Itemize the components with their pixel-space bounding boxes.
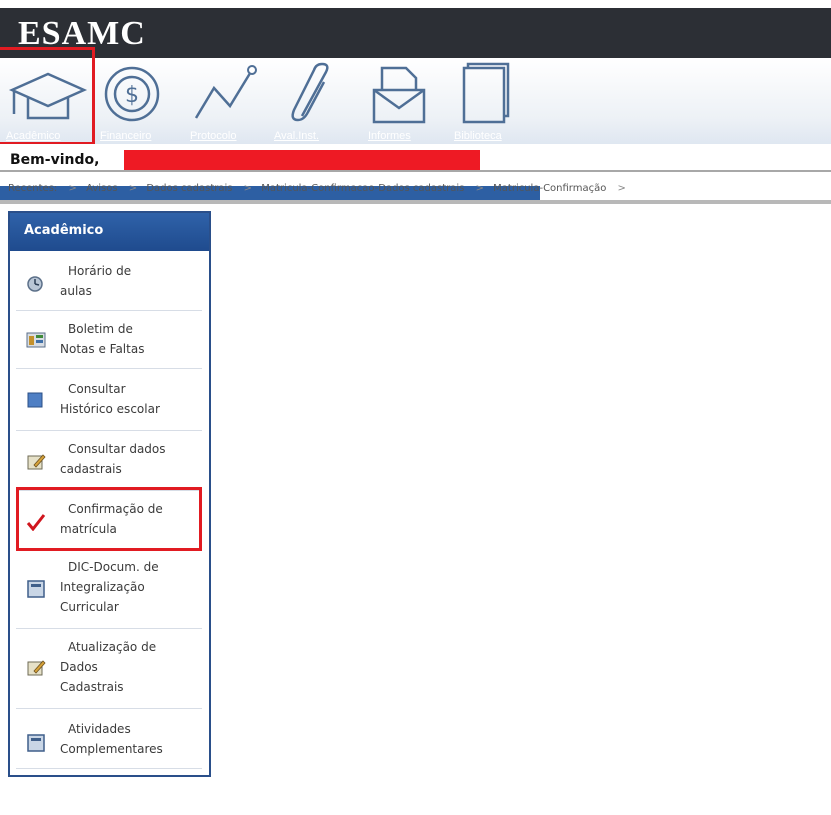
sidebar-item-label: Dados [60, 660, 98, 674]
report-card-icon [26, 332, 46, 348]
breadcrumb-separator: > [128, 183, 138, 194]
breadcrumb: Recentes: > Avisos > Dados cadastrais > … [0, 174, 831, 204]
welcome-text: Bem-vindo, [10, 152, 100, 168]
edit-data-icon [27, 660, 46, 676]
breadcrumb-item-matricula-confirmacao[interactable]: Matricula-Confirmação [493, 183, 606, 194]
sidebar-item-label: Curricular [60, 600, 119, 614]
sidebar-item-atividades-complementares[interactable]: Atividades Complementares [16, 713, 202, 769]
history-icon [27, 392, 43, 408]
app-header: ESAMC [0, 8, 831, 58]
breadcrumb-separator: > [243, 183, 253, 194]
line-graph-icon [194, 65, 257, 119]
breadcrumb-separator: > [68, 183, 77, 194]
sidebar-item-historico-escolar[interactable]: Consultar Histórico escolar [16, 373, 202, 431]
breadcrumb-item-dados-cadastrais[interactable]: Dados cadastrais [146, 183, 232, 194]
sidebar-item-boletim[interactable]: Boletim de Notas e Faltas [16, 315, 202, 369]
sidebar-item-label: Horário de [68, 264, 132, 278]
clock-icon [27, 276, 43, 292]
sidebar-item-label: Cadastrais [60, 680, 124, 694]
sidebar-item-label: Atividades [68, 722, 131, 736]
tool-informes[interactable]: Informes [368, 58, 432, 144]
breadcrumb-item-matricula-confirmacao-dados[interactable]: Matricula-Confirmacao-Dados cadastrais [261, 183, 464, 194]
sidebar-item-horario-de-aulas[interactable]: Horário de aulas [16, 257, 202, 311]
document-icon [27, 734, 45, 752]
tool-protocolo[interactable]: Protocolo [190, 58, 264, 144]
tool-biblioteca[interactable]: Biblioteca [454, 58, 520, 144]
tool-financeiro[interactable]: $ Financeiro [100, 58, 170, 144]
sidebar-item-atualizacao-dados-cadastrais[interactable]: Atualização de Dados Cadastrais [16, 633, 202, 709]
tool-aval-inst[interactable]: Aval.Inst. [274, 58, 354, 144]
document-icon [27, 580, 45, 598]
breadcrumb-item-avisos[interactable]: Avisos [86, 183, 118, 194]
redacted-user-name [124, 150, 480, 170]
sidebar-item-consultar-dados-cadastrais[interactable]: Consultar dados cadastrais [16, 435, 202, 491]
sidebar-title: Acadêmico [10, 213, 209, 251]
sidebar-item-label: Consultar [68, 382, 126, 396]
highlight-academico [0, 47, 95, 145]
sidebar-item-label: Histórico escolar [60, 402, 160, 416]
sidebar-item-label: aulas [60, 284, 92, 298]
sidebar-item-label: Atualização de [68, 640, 157, 654]
sidebar-item-dic-documento[interactable]: DIC-Docum. de Integralização Curricular [16, 553, 202, 629]
tool-label-financeiro: Financeiro [100, 130, 152, 142]
svg-text:$: $ [125, 83, 139, 108]
envelope-document-icon [372, 66, 426, 124]
book-icon [462, 62, 510, 124]
sidebar-item-label: Notas e Faltas [60, 342, 145, 356]
welcome-bar: Bem-vindo, [0, 144, 831, 172]
tool-label-protocolo: Protocolo [190, 130, 237, 142]
sidebar-item-label: Boletim de [68, 322, 133, 336]
module-toolbar: Acadêmico $ Financeiro Protocolo Aval.In… [0, 58, 831, 202]
breadcrumb-label: Recentes: [8, 183, 58, 194]
sidebar-item-label: cadastrais [60, 462, 122, 476]
highlight-confirmacao-matricula [16, 487, 202, 551]
sidebar-item-label: Complementares [60, 742, 163, 756]
breadcrumb-separator: > [475, 183, 484, 194]
tool-label-informes: Informes [368, 130, 411, 142]
tool-label-aval-inst: Aval.Inst. [274, 130, 320, 142]
dollar-coin-icon: $ [104, 66, 160, 122]
sidebar-item-label: DIC-Docum. de [68, 560, 159, 574]
sidebar-item-label: Integralização [60, 580, 145, 594]
sidebar-item-label: Consultar dados [68, 442, 166, 456]
tool-label-biblioteca: Biblioteca [454, 130, 502, 142]
edit-data-icon [27, 454, 46, 470]
breadcrumb-separator: > [617, 183, 626, 194]
paperclip-icon [291, 62, 329, 122]
